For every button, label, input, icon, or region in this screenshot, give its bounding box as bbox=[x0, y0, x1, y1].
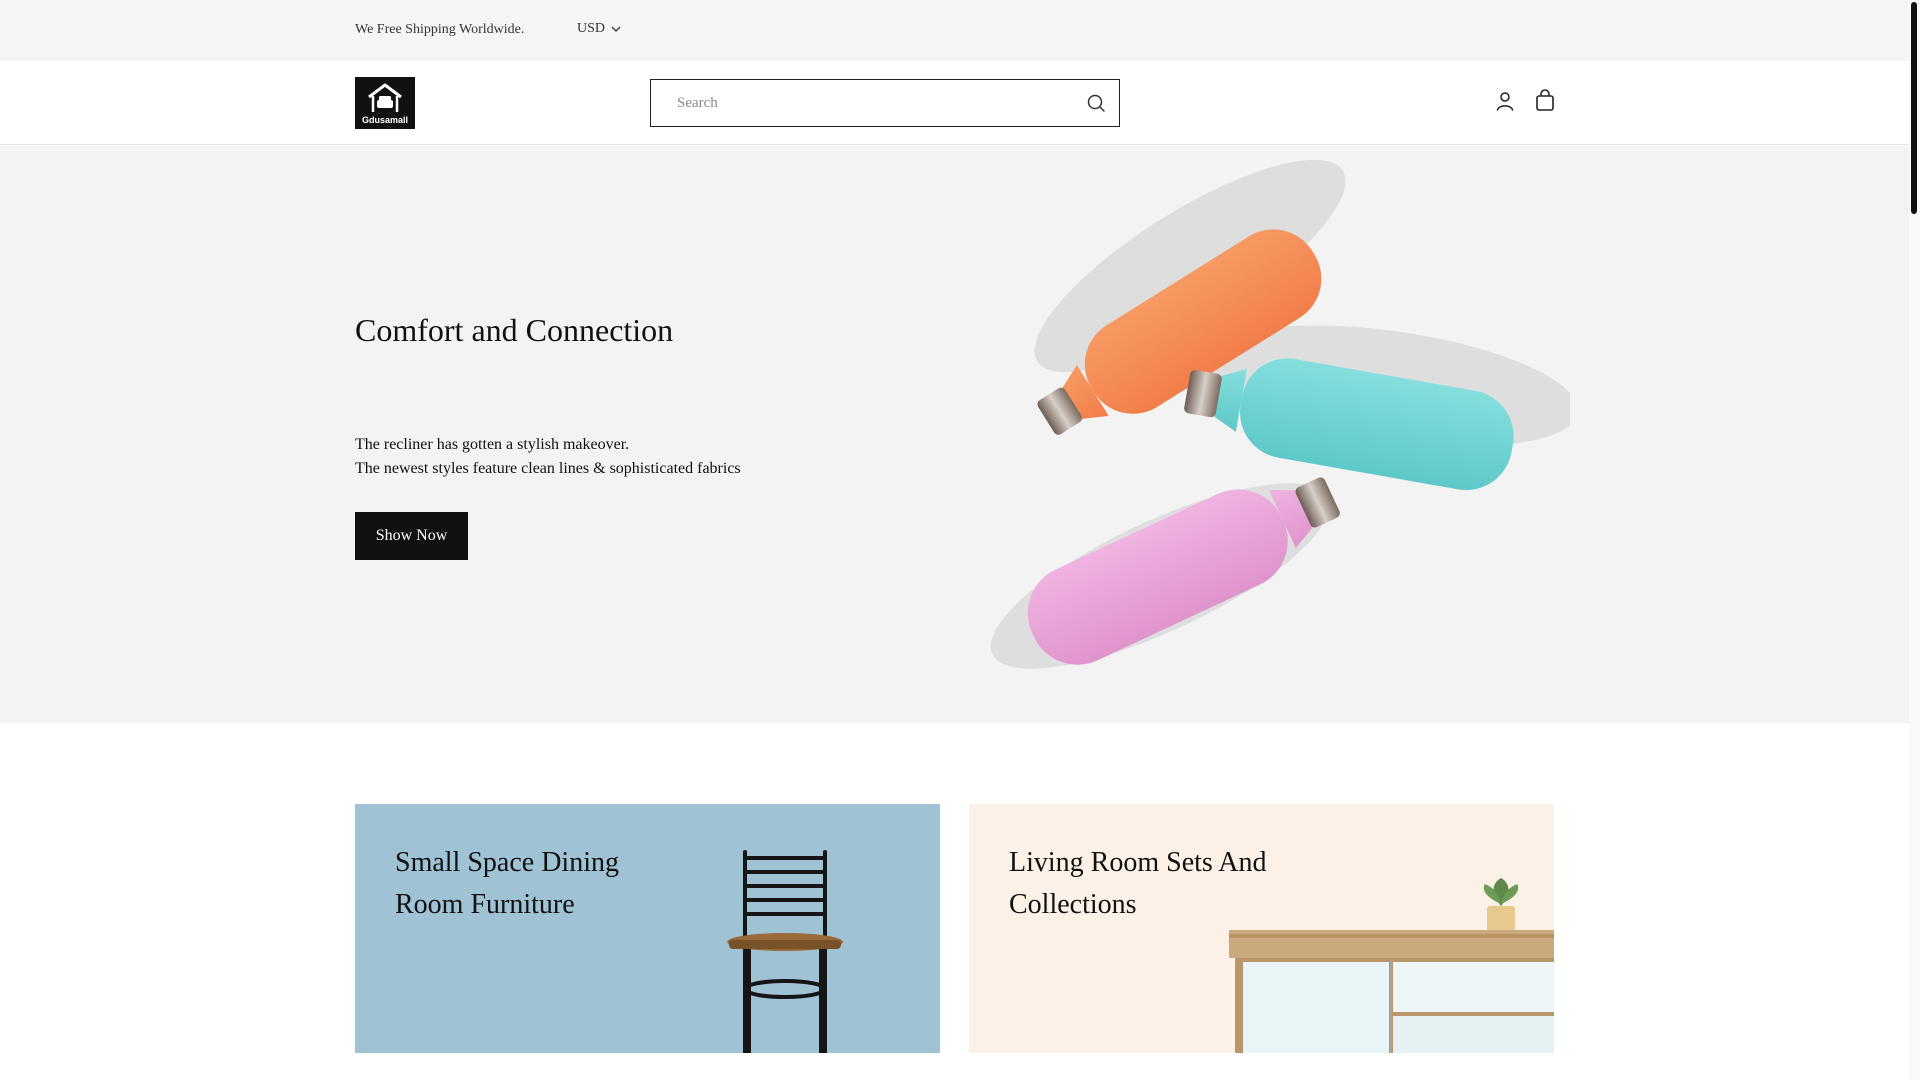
logo-text: Gdusamall bbox=[361, 114, 408, 125]
search-icon[interactable] bbox=[1085, 92, 1107, 114]
bar-stool-image bbox=[727, 850, 843, 1053]
logo[interactable]: Gdusamall bbox=[355, 77, 415, 129]
hero-description-line-1: The recliner has gotten a stylish makeov… bbox=[355, 436, 630, 453]
collection-dining-room[interactable]: Small Space Dining Room Furniture bbox=[355, 804, 940, 1053]
hero-banner: Comfort and Connection The recliner has … bbox=[0, 146, 1909, 723]
announcement-bar: We Free Shipping Worldwide. USD bbox=[0, 0, 1909, 61]
show-now-button[interactable]: Show Now bbox=[355, 512, 468, 560]
search-input[interactable] bbox=[651, 80, 1071, 126]
site-header: Gdusamall bbox=[0, 61, 1909, 145]
search-bar bbox=[650, 79, 1120, 127]
currency-selector[interactable]: USD bbox=[577, 21, 621, 37]
hero-title: Comfort and Connection bbox=[355, 312, 674, 348]
scrollbar[interactable] bbox=[1909, 0, 1920, 1080]
currency-label: USD bbox=[577, 21, 606, 36]
sideboard-image bbox=[1229, 878, 1554, 1053]
shipping-notice: We Free Shipping Worldwide. bbox=[355, 22, 525, 37]
hero-description-line-2: The newest styles feature clean lines & … bbox=[355, 460, 741, 477]
logo-house-icon bbox=[368, 83, 402, 112]
collection-title: Small Space Dining Room Furniture bbox=[395, 847, 619, 920]
shopping-bag-icon[interactable] bbox=[1533, 88, 1557, 112]
collection-living-room[interactable]: Living Room Sets And Collections bbox=[969, 804, 1554, 1053]
account-icon[interactable] bbox=[1494, 90, 1516, 112]
chevron-down-icon bbox=[611, 26, 621, 32]
hero-bottles-image bbox=[990, 159, 1570, 669]
scrollbar-thumb[interactable] bbox=[1911, 2, 1917, 214]
